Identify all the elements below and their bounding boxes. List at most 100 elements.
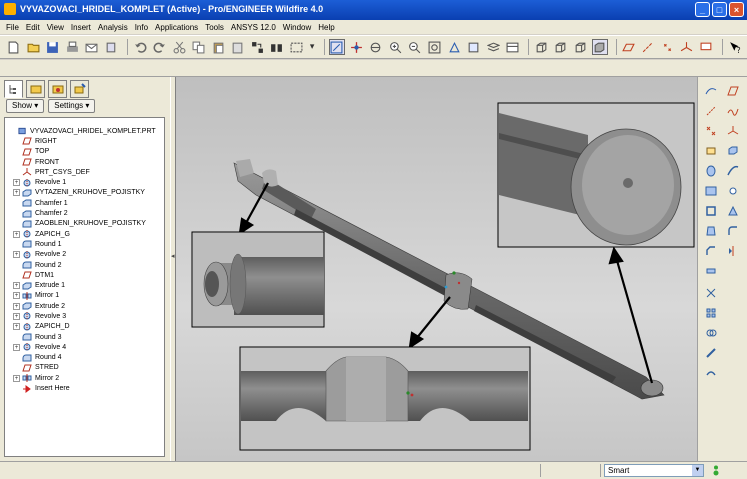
copy-print-icon[interactable] — [104, 39, 120, 55]
hole-icon[interactable] — [726, 185, 740, 197]
tree-item[interactable]: + VYTAZENI_KRUHOVE_POJISTKY — [9, 188, 164, 198]
expand-icon[interactable]: + — [13, 343, 20, 351]
tree-item[interactable]: + Extrude 2 — [9, 301, 164, 311]
folder-browser-tab[interactable] — [26, 80, 45, 98]
draft-icon[interactable] — [704, 225, 718, 237]
tree-item[interactable]: Round 1 — [9, 239, 164, 249]
collapse-arrow-icon[interactable]: ◂ — [171, 252, 175, 260]
find-icon[interactable] — [269, 39, 285, 55]
favorites-tab[interactable] — [48, 80, 67, 98]
expand-icon[interactable]: + — [13, 189, 20, 197]
datum-points-icon[interactable] — [660, 39, 676, 55]
expand-icon[interactable]: + — [13, 374, 20, 382]
tree-item[interactable]: + Mirror 1 — [9, 291, 164, 301]
tree-item[interactable]: FRONT — [9, 157, 164, 167]
tree-item[interactable]: + Extrude 1 — [9, 280, 164, 290]
expand-icon[interactable]: + — [13, 323, 20, 331]
print-icon[interactable] — [65, 39, 81, 55]
solidify-icon[interactable] — [704, 347, 718, 359]
save-icon[interactable] — [45, 39, 61, 55]
regenerate-icon[interactable] — [250, 39, 266, 55]
datum-point-icon[interactable] — [704, 125, 718, 137]
tree-item[interactable]: + Revolve 1 — [9, 177, 164, 187]
coordinate-systems-icon[interactable] — [679, 39, 695, 55]
mirror-tool-icon[interactable] — [726, 245, 740, 257]
annotations-icon[interactable] — [699, 39, 715, 55]
curve-icon[interactable] — [726, 105, 740, 117]
email-icon[interactable] — [84, 39, 100, 55]
offset-icon[interactable] — [704, 367, 718, 379]
tree-item[interactable]: + Revolve 2 — [9, 250, 164, 260]
copy-icon[interactable] — [191, 39, 207, 55]
menu-applications[interactable]: Applications — [155, 23, 198, 32]
new-icon[interactable] — [6, 39, 22, 55]
settings-dropdown-button[interactable]: Settings ▾ — [48, 99, 96, 113]
wireframe-icon[interactable] — [533, 39, 549, 55]
tree-item[interactable]: PRT_CSYS_DEF — [9, 167, 164, 177]
expand-icon[interactable]: + — [13, 302, 20, 310]
zoom-out-icon[interactable] — [407, 39, 423, 55]
open-icon[interactable] — [26, 39, 42, 55]
maximize-button[interactable]: □ — [712, 2, 727, 17]
view-manager-icon[interactable] — [505, 39, 521, 55]
tree-item[interactable]: Round 3 — [9, 332, 164, 342]
chevron-down-icon[interactable]: ▾ — [308, 39, 316, 55]
expand-icon[interactable]: + — [13, 312, 20, 320]
tree-item[interactable]: Chamfer 1 — [9, 198, 164, 208]
repaint-icon[interactable] — [328, 39, 345, 55]
tree-item[interactable]: Round 4 — [9, 353, 164, 363]
tree-item[interactable]: Chamfer 2 — [9, 208, 164, 218]
menu-tools[interactable]: Tools — [205, 23, 224, 32]
chamfer-tool-icon[interactable] — [704, 245, 718, 257]
tree-item[interactable]: Round 2 — [9, 260, 164, 270]
menu-file[interactable]: File — [6, 23, 19, 32]
select-box-icon[interactable] — [289, 39, 305, 55]
orient-icon[interactable] — [368, 39, 384, 55]
boundary-blend-icon[interactable] — [704, 185, 718, 197]
zoom-in-icon[interactable] — [388, 39, 404, 55]
tree-item[interactable]: STRED — [9, 363, 164, 373]
tree-item[interactable]: + Revolve 3 — [9, 311, 164, 321]
minimize-button[interactable]: _ — [695, 2, 710, 17]
context-help-icon[interactable]: ? — [727, 39, 743, 55]
tree-item[interactable]: TOP — [9, 147, 164, 157]
hidden-line-icon[interactable] — [553, 39, 569, 55]
merge-icon[interactable] — [704, 265, 718, 277]
extrude-tool-icon[interactable] — [726, 145, 740, 157]
menu-insert[interactable]: Insert — [71, 23, 91, 32]
trim-icon[interactable] — [704, 287, 718, 299]
show-dropdown-button[interactable]: Show ▾ — [6, 99, 45, 113]
menu-analysis[interactable]: Analysis — [98, 23, 128, 32]
expand-icon[interactable]: + — [13, 251, 20, 259]
tree-item[interactable]: RIGHT — [9, 136, 164, 146]
menu-ansys[interactable]: ANSYS 12.0 — [231, 23, 276, 32]
expand-icon[interactable]: + — [13, 230, 20, 238]
graphics-window[interactable] — [176, 77, 697, 461]
tree-item[interactable]: VYVAZOVACI_HRIDEL_KOMPLET.PRT — [9, 126, 164, 136]
round-tool-icon[interactable] — [726, 225, 740, 237]
tree-item[interactable]: + ZAPICH_G — [9, 229, 164, 239]
datum-planes-icon[interactable] — [621, 39, 637, 55]
selection-filter-dropdown[interactable]: Smart ▼ — [604, 464, 704, 477]
menu-edit[interactable]: Edit — [26, 23, 40, 32]
chevron-down-icon[interactable]: ▼ — [692, 465, 703, 476]
tree-item[interactable]: ZAOBLENI_KRUHOVE_POJISTKY — [9, 219, 164, 229]
saved-views-icon[interactable] — [466, 39, 482, 55]
traffic-light-icon[interactable] — [711, 465, 721, 476]
datum-axes-icon[interactable] — [640, 39, 656, 55]
menu-help[interactable]: Help — [318, 23, 334, 32]
menu-window[interactable]: Window — [283, 23, 311, 32]
pattern-icon[interactable] — [704, 307, 718, 319]
expand-icon[interactable]: + — [13, 179, 20, 187]
tree-item[interactable]: + Mirror 2 — [9, 373, 164, 383]
layers-icon[interactable] — [485, 39, 501, 55]
paste-special-icon[interactable] — [230, 39, 246, 55]
no-hidden-icon[interactable] — [572, 39, 588, 55]
connections-tab[interactable] — [70, 80, 89, 98]
sketched-curve-icon[interactable] — [704, 85, 718, 97]
redo-icon[interactable] — [152, 39, 168, 55]
shading-icon[interactable] — [592, 39, 608, 55]
intersect-icon[interactable] — [704, 327, 718, 339]
menu-view[interactable]: View — [47, 23, 64, 32]
variable-section-sweep-icon[interactable] — [726, 165, 740, 177]
